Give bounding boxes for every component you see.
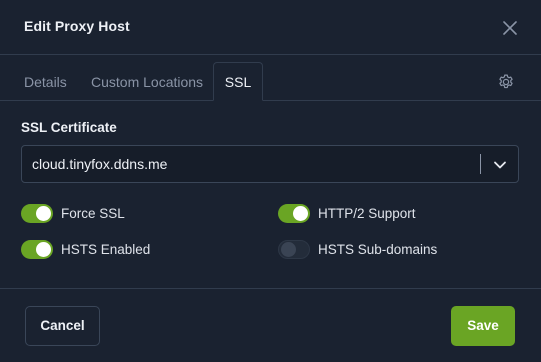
hsts-subdomains-toggle[interactable]: HSTS Sub-domains xyxy=(278,239,478,261)
tab-details[interactable]: Details xyxy=(24,74,67,90)
http2-support-label: HTTP/2 Support xyxy=(318,206,416,221)
hsts-subdomains-label: HSTS Sub-domains xyxy=(318,242,438,257)
close-icon[interactable] xyxy=(501,19,519,37)
tab-custom-locations[interactable]: Custom Locations xyxy=(91,74,203,90)
gear-icon[interactable] xyxy=(497,73,515,91)
footer-divider xyxy=(0,288,541,289)
switch-knob xyxy=(293,206,308,221)
ssl-certificate-value: cloud.tinyfox.ddns.me xyxy=(32,156,168,172)
modal-header: Edit Proxy Host xyxy=(0,0,541,55)
select-divider xyxy=(480,154,481,174)
save-button[interactable]: Save xyxy=(451,306,515,346)
switch-knob xyxy=(36,206,51,221)
http2-support-switch[interactable] xyxy=(278,204,310,223)
force-ssl-switch[interactable] xyxy=(21,204,53,223)
tab-ssl-label: SSL xyxy=(224,74,252,90)
tab-ssl[interactable]: SSL xyxy=(213,62,263,101)
chevron-down-icon[interactable] xyxy=(493,158,507,172)
switch-knob xyxy=(36,242,51,257)
hsts-enabled-label: HSTS Enabled xyxy=(61,242,151,257)
force-ssl-label: Force SSL xyxy=(61,206,125,221)
ssl-certificate-select[interactable]: cloud.tinyfox.ddns.me xyxy=(21,145,519,183)
ssl-certificate-label: SSL Certificate xyxy=(21,120,117,135)
force-ssl-toggle[interactable]: Force SSL xyxy=(21,203,201,225)
http2-support-toggle[interactable]: HTTP/2 Support xyxy=(278,203,478,225)
modal-title: Edit Proxy Host xyxy=(24,18,130,34)
edit-proxy-host-modal: Edit Proxy Host Details Custom Locations… xyxy=(0,0,541,362)
switch-knob xyxy=(281,242,296,257)
hsts-enabled-toggle[interactable]: HSTS Enabled xyxy=(21,239,201,261)
hsts-enabled-switch[interactable] xyxy=(21,240,53,259)
tab-bar: Details Custom Locations SSL xyxy=(0,55,541,101)
cancel-button[interactable]: Cancel xyxy=(25,306,100,346)
hsts-subdomains-switch[interactable] xyxy=(278,240,310,259)
